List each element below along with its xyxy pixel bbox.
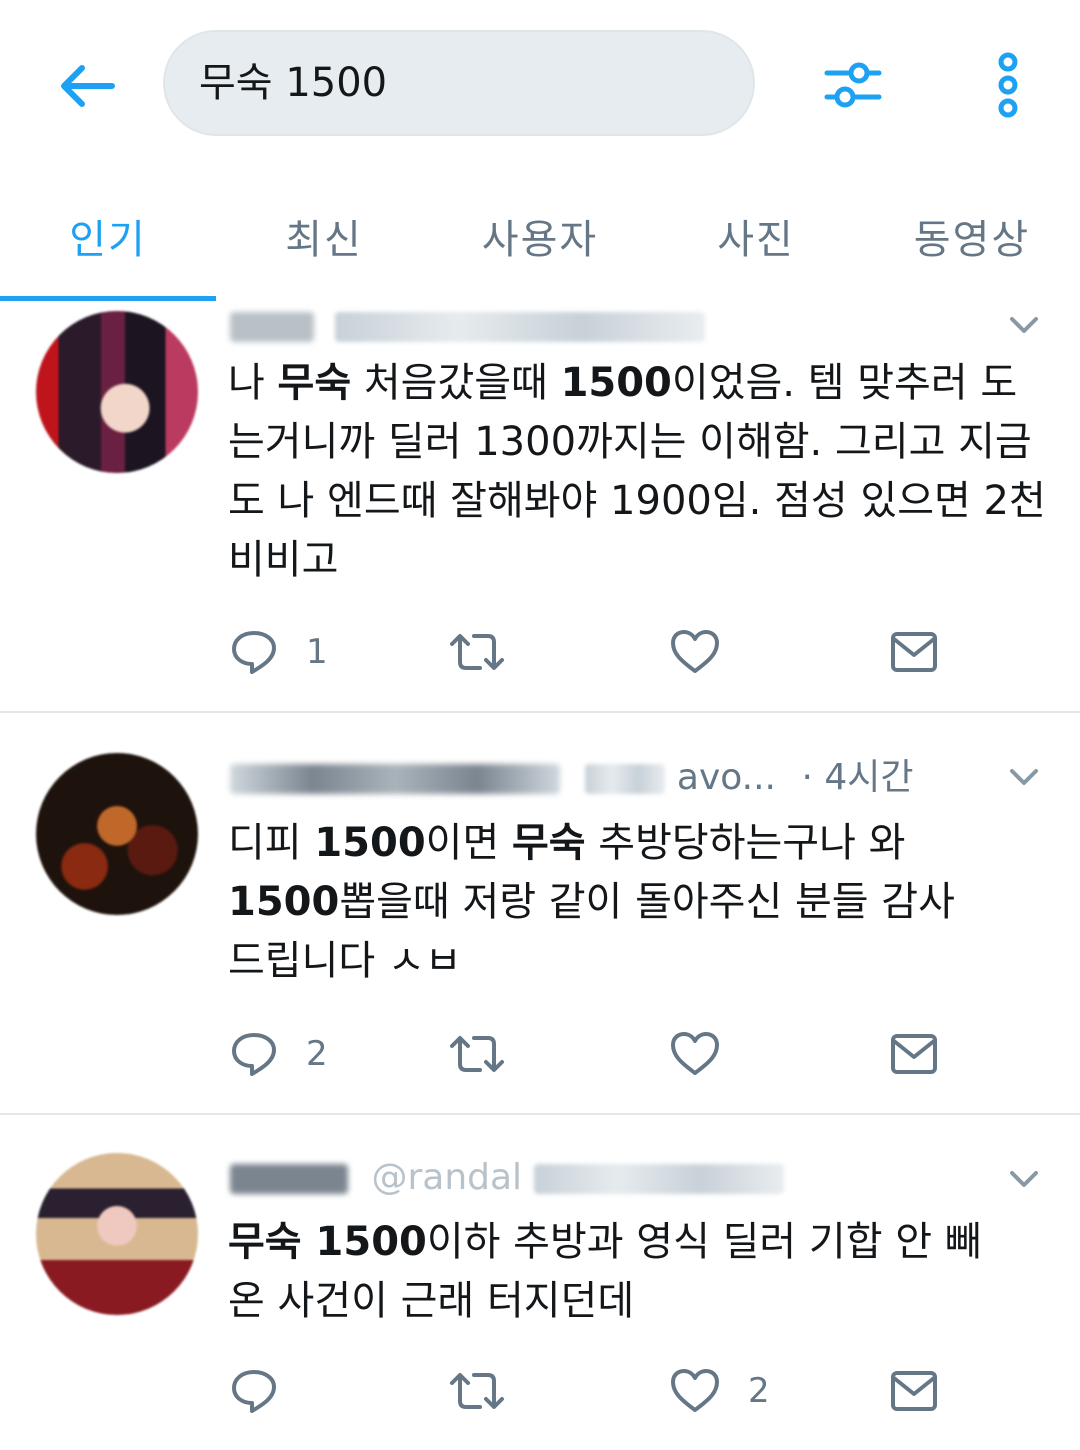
tweet-text: 디피 1500이면 무숙 추방당하는구나 와 1500뽑을때 저랑 같이 돌아주…: [228, 820, 955, 984]
retweet-button[interactable]: [448, 1361, 506, 1421]
retweet-icon: [450, 634, 504, 670]
dm-button[interactable]: [890, 1024, 938, 1084]
reply-icon: [232, 1370, 276, 1413]
reply-icon: [232, 631, 276, 674]
reply-count: 1: [306, 632, 328, 672]
tweet-text: 나 무숙 처음갔을때 1500이었음. 템 맞추러 도는거니까 딜러 1300까…: [228, 360, 1046, 583]
tweet[interactable]: @randal 무숙 1500이하 추방과 영식 딜러 기합 안 빼온 사건이 …: [0, 1115, 1080, 1450]
display-name-blurred: [230, 764, 560, 794]
tweet-header: avo... · 4시간: [230, 753, 913, 803]
back-arrow-icon: [61, 65, 115, 107]
dm-button[interactable]: [890, 1361, 938, 1421]
reply-button[interactable]: 2: [230, 1024, 328, 1084]
filter-button[interactable]: [818, 50, 888, 120]
avatar[interactable]: [36, 1153, 198, 1315]
reply-count: 2: [306, 1034, 328, 1074]
filter-icon: [824, 62, 882, 108]
like-icon: [671, 630, 719, 673]
dm-icon: [891, 1034, 937, 1074]
more-options-button[interactable]: [982, 48, 1034, 122]
retweet-icon: [450, 1373, 504, 1409]
like-button[interactable]: [670, 1024, 720, 1084]
retweet-icon: [450, 1036, 504, 1072]
chevron-down-icon[interactable]: [1002, 1157, 1046, 1201]
like-button[interactable]: 2: [670, 1361, 770, 1421]
chevron-down-icon[interactable]: [1002, 755, 1046, 799]
tab-top[interactable]: 인기: [0, 170, 216, 310]
chevron-down-icon[interactable]: [1002, 303, 1046, 347]
tweet-header: [230, 301, 706, 351]
dm-icon: [891, 1371, 937, 1411]
tab-people[interactable]: 사용자: [432, 170, 648, 310]
avatar[interactable]: [36, 753, 198, 915]
tab-photos[interactable]: 사진: [648, 170, 864, 310]
handle-visible: @randal: [371, 1157, 523, 1198]
tweet-actions: 2: [0, 1024, 1080, 1084]
like-count: 2: [748, 1371, 770, 1411]
dm-button[interactable]: [890, 622, 938, 682]
retweet-button[interactable]: [448, 622, 506, 682]
handle-blurred: [335, 312, 706, 342]
tweet[interactable]: avo... · 4시간 디피 1500이면 무숙 추방당하는구나 와 1500…: [0, 713, 1080, 1115]
tweet-time: · 4시간: [801, 757, 914, 798]
back-button[interactable]: [52, 52, 120, 120]
more-vertical-icon: [998, 52, 1018, 118]
retweet-button[interactable]: [448, 1024, 506, 1084]
like-icon: [671, 1032, 719, 1075]
handle-visible: avo...: [676, 757, 776, 798]
dm-icon: [891, 632, 937, 672]
tweet[interactable]: 나 무숙 처음갔을때 1500이었음. 템 맞추러 도는거니까 딜러 1300까…: [0, 301, 1080, 713]
avatar[interactable]: [36, 311, 198, 473]
display-name-blurred: [230, 312, 314, 342]
tab-latest[interactable]: 최신: [216, 170, 432, 310]
search-tabs: 인기 최신 사용자 사진 동영상: [0, 170, 1080, 310]
search-query: 무숙 1500: [199, 60, 388, 106]
like-button[interactable]: [670, 622, 720, 682]
tweet-header: @randal: [230, 1153, 784, 1203]
handle-blurred: [585, 764, 666, 794]
handle-blurred: [533, 1164, 784, 1194]
top-bar: 무숙 1500: [0, 0, 1080, 170]
like-icon: [671, 1369, 719, 1412]
tab-videos[interactable]: 동영상: [864, 170, 1080, 310]
reply-button[interactable]: 1: [230, 622, 328, 682]
tweet-text: 무숙 1500이하 추방과 영식 딜러 기합 안 빼온 사건이 근래 터지던데: [228, 1219, 982, 1324]
reply-button[interactable]: [230, 1361, 278, 1421]
search-input[interactable]: 무숙 1500: [163, 30, 755, 136]
tweet-actions: 2: [0, 1361, 1080, 1421]
display-name-blurred: [230, 1164, 348, 1194]
tweet-actions: 1: [0, 622, 1080, 682]
reply-icon: [232, 1033, 276, 1076]
